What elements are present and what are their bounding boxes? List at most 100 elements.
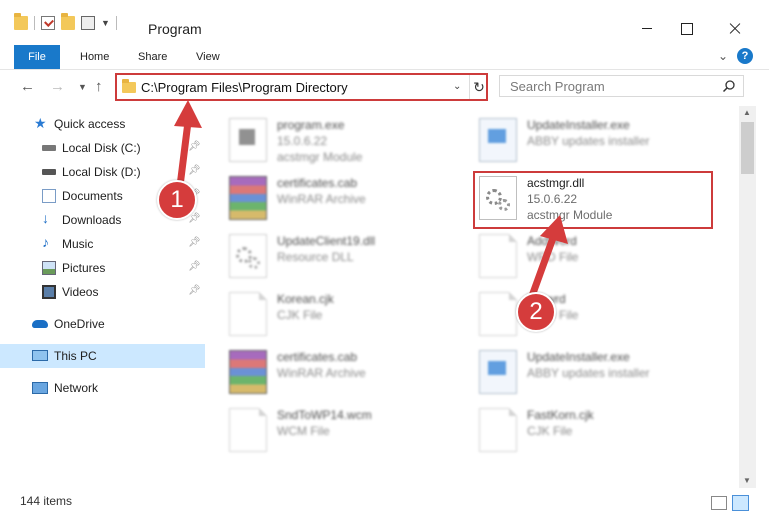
network-icon [32,382,48,394]
up-arrow-icon[interactable]: ↑ [95,78,103,95]
sidebar-item-label: OneDrive [54,317,105,331]
blank-file-icon [479,234,517,278]
maximize-icon[interactable] [664,14,710,44]
star-icon: ★ [34,115,47,131]
scroll-up-icon[interactable]: ▲ [743,108,751,117]
recent-locations-icon[interactable]: ▼ [78,82,87,92]
address-bar[interactable]: C:\Program Files\Program Directory ⌄ ↻ [115,73,488,101]
computer-icon [32,350,48,361]
sidebar-item-label: Music [62,237,94,251]
blank-file-icon [479,292,517,336]
help-icon[interactable]: ? [737,48,753,64]
sidebar-item-label: Pictures [62,261,106,275]
blank-file-icon [479,408,517,452]
file-name: AddWord [527,234,577,248]
file-version: 15.0.6.22 [277,134,328,148]
exe-icon [229,118,267,162]
sidebar-item-videos[interactable]: Videos 📌︎ [0,280,205,304]
file-item[interactable]: program.exe 15.0.6.22 acstmgr Module [205,112,455,170]
file-item[interactable]: FastKorn.cjk CJK File [455,402,705,460]
pin-icon[interactable]: 📌︎ [188,141,201,152]
sidebar-item-label: Quick access [54,117,126,131]
address-path[interactable]: C:\Program Files\Program Directory [141,80,348,95]
expand-ribbon-chevron-icon[interactable]: ⌄ [718,49,728,63]
file-description: ABBY updates installer [527,134,650,148]
file-description: ABBY updates installer [527,366,650,380]
file-type: Resource DLL [277,250,354,264]
back-arrow-icon[interactable]: ← [20,78,35,95]
pin-icon[interactable]: 📌︎ [188,165,201,176]
highlight-box [473,171,713,229]
sidebar-item-network[interactable]: Network [0,376,205,400]
file-item[interactable]: UpdateClient19.dll Resource DLL [205,228,455,286]
drive-icon [42,169,56,175]
sidebar-item-label: Downloads [62,213,122,227]
search-icon[interactable] [722,79,736,93]
pin-icon[interactable]: 📌︎ [188,261,201,272]
file-type: WCM File [277,424,330,438]
toolbar-separator [115,16,117,30]
pin-icon[interactable]: 📌︎ [188,237,201,248]
address-dropdown-icon[interactable]: ⌄ [453,81,461,92]
file-name: program.exe [277,118,345,132]
details-view-icon[interactable] [711,496,727,510]
properties-icon[interactable] [41,16,55,30]
file-name: UpdateClient19.dll [277,234,376,248]
download-icon: ↓ [42,210,49,226]
file-item[interactable]: SndToWP14.wcm WCM File [205,402,455,460]
tab-file[interactable]: File [14,45,60,69]
search-input[interactable]: Search Program [499,75,744,97]
scroll-down-icon[interactable]: ▼ [743,476,751,485]
status-bar: 144 items [0,488,769,522]
file-name: UpdateInstaller.exe [527,118,630,132]
sidebar-item-label: Local Disk (D:) [62,165,141,179]
file-item[interactable]: AddWord WRD File [455,228,705,286]
tab-home[interactable]: Home [80,51,109,63]
dll-gear-icon [229,234,267,278]
vertical-scrollbar[interactable]: ▲ ▼ [739,106,756,488]
refresh-icon[interactable]: ↻ [469,75,488,99]
tab-share[interactable]: Share [138,51,167,63]
file-item[interactable]: Korean.cjk CJK File [205,286,455,344]
file-item[interactable]: UpdateInstaller.exe ABBY updates install… [455,112,705,170]
sidebar-item-quick-access[interactable]: ★ Quick access [0,112,205,136]
toolbar-dropdown-icon[interactable]: ▼ [101,18,110,28]
close-icon[interactable] [712,14,758,44]
scroll-thumb[interactable] [741,122,754,174]
sidebar-item-local-disk-c[interactable]: Local Disk (C:) 📌︎ [0,136,205,160]
sidebar-item-music[interactable]: ♪ Music 📌︎ [0,232,205,256]
file-item[interactable]: UpdateInstaller.exe ABBY updates install… [455,344,705,402]
forward-arrow-icon[interactable]: → [50,78,65,95]
navigation-bar: ← → ▼ ↑ C:\Program Files\Program Directo… [0,70,769,106]
cloud-icon [32,320,48,328]
quick-access-toolbar: ▼ [14,13,117,30]
blank-file-icon [229,292,267,336]
drive-icon [42,145,56,151]
file-name: FastKorn.cjk [527,408,594,422]
file-type: CJK File [277,308,323,322]
file-item[interactable]: Ipc.wrd WRD File [455,286,705,344]
pin-icon[interactable]: 📌︎ [188,285,201,296]
customize-view-icon[interactable] [81,16,95,30]
large-icons-view-icon[interactable] [732,495,749,511]
tab-view[interactable]: View [196,51,220,63]
file-type: WinRAR Archive [277,366,366,380]
music-icon: ♪ [42,234,49,250]
search-placeholder: Search Program [510,79,605,94]
pictures-icon [42,261,56,275]
sidebar-item-onedrive[interactable]: OneDrive [0,312,205,336]
sidebar-item-label: This PC [54,349,97,363]
folder-icon[interactable] [14,13,28,30]
new-folder-icon[interactable] [61,13,75,30]
sidebar-item-pictures[interactable]: Pictures 📌︎ [0,256,205,280]
file-item[interactable]: certificates.cab WinRAR Archive [205,170,455,228]
sidebar-item-this-pc[interactable]: This PC [0,344,205,368]
file-name: SndToWP14.wcm [277,408,372,422]
sidebar-item-label: Videos [62,285,99,299]
archive-icon [229,350,267,394]
callout-number-2: 2 [516,292,556,332]
navigation-pane: ★ Quick access Local Disk (C:) 📌︎ Local … [0,106,205,488]
sidebar-item-label: Local Disk (C:) [62,141,141,155]
file-item[interactable]: certificates.cab WinRAR Archive [205,344,455,402]
sidebar-item-label: Network [54,381,99,395]
